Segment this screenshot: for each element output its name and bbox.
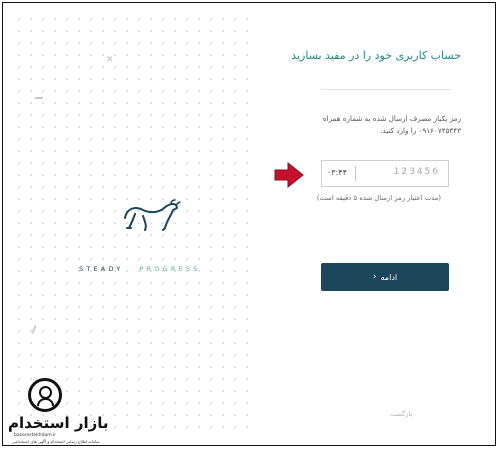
watermark-person-icon [28, 378, 62, 412]
bull-icon [124, 199, 181, 231]
otp-input[interactable] [360, 167, 440, 177]
back-link[interactable]: بازگشت [390, 410, 412, 418]
otp-separator [355, 166, 356, 181]
brand-tagline: STEADY PROGRESS [79, 265, 201, 273]
decorative-dash [35, 97, 43, 99]
tagline-word-steady: STEADY [79, 265, 124, 273]
decorative-cross-icon: ✕ [106, 55, 114, 65]
continue-button-label: ادامه [380, 272, 398, 282]
chevron-left-icon: ‹ [372, 272, 377, 282]
otp-countdown-timer: ۰۳:۴۴ [327, 168, 347, 177]
app-frame: ✕ STEADY PROGRESS حساب کاربری خود را در م… [2, 2, 496, 446]
watermark-subtitle: سامانه اطلاع رسانی استخدام و آگهی های اس… [12, 439, 100, 444]
tagline-word-progress: PROGRESS [139, 265, 201, 273]
watermark-url: bazarestekhdam.ir [14, 433, 57, 438]
page-title: حساب کاربری خود را در مفید بسازید [291, 49, 461, 62]
otp-instructions: رمز یکبار مصرف ارسال شده به شماره همراه … [322, 114, 461, 135]
continue-button[interactable]: ادامه ‹ [321, 263, 449, 291]
watermark-person-body [37, 398, 54, 406]
divider [321, 89, 451, 90]
watermark-brand: بازار استخدام [8, 414, 109, 432]
otp-validity-hint: (مدت اعتبار رمز ارسال شده ۵ دقیقه است) [316, 194, 441, 202]
red-arrow-icon [274, 161, 304, 189]
otp-field: ۰۳:۴۴ [321, 160, 449, 187]
watermark: بازار استخدام bazarestekhdam.ir سامانه ا… [6, 376, 109, 445]
